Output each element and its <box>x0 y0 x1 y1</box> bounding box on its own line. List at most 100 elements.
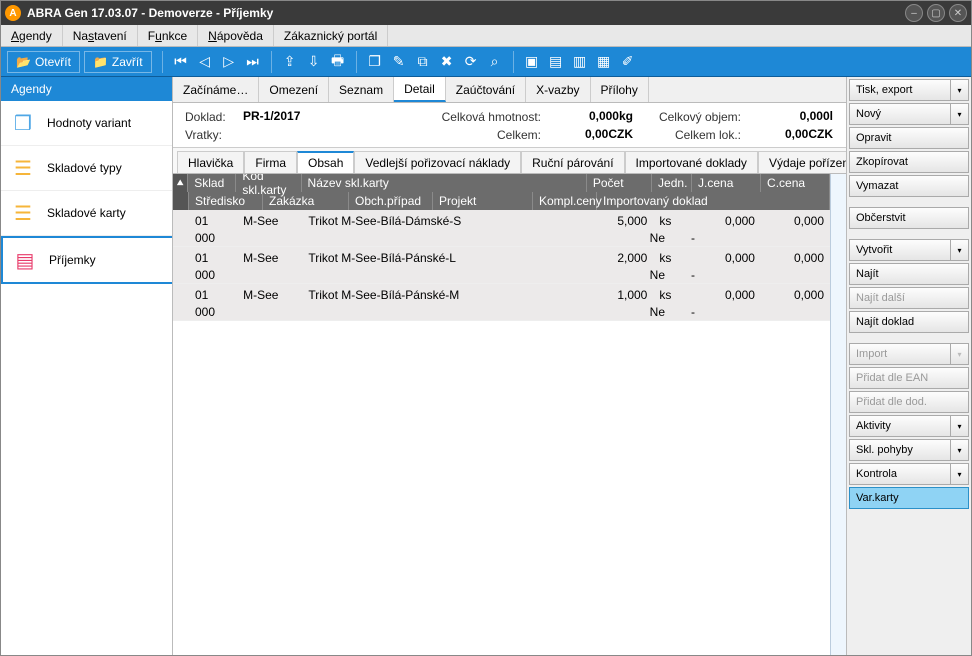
vertical-scrollbar[interactable] <box>830 174 846 655</box>
nav-first-icon[interactable]: ⏮ <box>170 51 192 73</box>
tab-top-6[interactable]: Přílohy <box>591 77 649 102</box>
action-zkop-rovat[interactable]: Zkopírovat <box>849 151 969 173</box>
dropdown-arrow-icon[interactable]: ▾ <box>951 103 969 125</box>
tab-sub-1[interactable]: Firma <box>244 151 297 173</box>
col-zakazka[interactable]: Zakázka <box>263 192 349 210</box>
data-grid[interactable]: ⯅ Sklad Kód skl.karty Název skl.karty Po… <box>173 174 830 655</box>
cell-kod: M-See <box>237 251 302 265</box>
col-pocet[interactable]: Počet <box>587 174 652 192</box>
col-ccena[interactable]: C.cena <box>761 174 830 192</box>
sidebar-item-0[interactable]: ❒Hodnoty variant <box>1 101 172 146</box>
action-ob-erstvit[interactable]: Občerstvit <box>849 207 969 229</box>
action-nov-[interactable]: Nový <box>849 103 951 125</box>
nav-last-icon[interactable]: ⏭ <box>242 51 264 73</box>
print-icon[interactable]: 🖶 <box>327 51 349 73</box>
tab-sub-0[interactable]: Hlavička <box>177 151 244 173</box>
dropdown-arrow-icon[interactable]: ▾ <box>951 439 969 461</box>
col-kod[interactable]: Kód skl.karty <box>236 174 301 192</box>
col-importovany-doklad[interactable]: Importovaný doklad <box>597 192 830 210</box>
table-row[interactable]: 01M-SeeTrikot M-See-Bílá-Pánské-M1,000ks… <box>173 284 830 321</box>
dropdown-arrow-icon[interactable]: ▾ <box>951 415 969 437</box>
col-jcena[interactable]: J.cena <box>692 174 761 192</box>
col-jedn[interactable]: Jedn. <box>652 174 692 192</box>
menu-agendy[interactable]: Agendy <box>1 25 63 46</box>
cell-sklad: 01 <box>189 288 237 302</box>
action-tisk-export[interactable]: Tisk, export <box>849 79 951 101</box>
tab-top-4[interactable]: Zaúčtování <box>446 77 526 102</box>
dropdown-arrow-icon[interactable]: ▾ <box>951 463 969 485</box>
cell-nazev: Trikot M-See-Bílá-Dámské-S <box>302 214 588 228</box>
celkem-label: Celkem: <box>383 127 543 143</box>
table-row[interactable]: 01M-SeeTrikot M-See-Bílá-Dámské-S5,000ks… <box>173 210 830 247</box>
col-stredisko[interactable]: Středisko <box>189 192 263 210</box>
action-vymazat[interactable]: Vymazat <box>849 175 969 197</box>
menu-zakaznicky-portal[interactable]: Zákaznický portál <box>274 25 388 46</box>
delete-icon[interactable]: ✖ <box>436 51 458 73</box>
col-projekt[interactable]: Projekt <box>433 192 533 210</box>
export-icon[interactable]: ⇪ <box>279 51 301 73</box>
action-var-karty[interactable]: Var.karty <box>849 487 969 509</box>
grid-handle-icon[interactable]: ⯅ <box>173 174 188 192</box>
col-obchpripad[interactable]: Obch.případ <box>349 192 433 210</box>
action-vytvo-it[interactable]: Vytvořit <box>849 239 951 261</box>
action-opravit[interactable]: Opravit <box>849 127 969 149</box>
cell-kod: M-See <box>237 214 302 228</box>
toolbar-open[interactable]: 📂Otevřít <box>7 51 80 73</box>
dropdown-arrow-icon[interactable]: ▾ <box>951 239 969 261</box>
nav-prev-icon[interactable]: ◁ <box>194 51 216 73</box>
table-row[interactable]: 01M-SeeTrikot M-See-Bílá-Pánské-L2,000ks… <box>173 247 830 284</box>
tab-sub-6[interactable]: Výdaje pořízení <box>758 151 847 173</box>
tab-sub-3[interactable]: Vedlejší pořizovací náklady <box>354 151 521 173</box>
tab-top-3[interactable]: Detail <box>394 77 446 102</box>
app-window: A ABRA Gen 17.03.07 - Demoverze - Příjem… <box>0 0 972 656</box>
dropdown-arrow-icon[interactable]: ▾ <box>951 79 969 101</box>
sidebar-item-label: Skladové karty <box>47 206 126 220</box>
tab-sub-2[interactable]: Obsah <box>297 151 354 173</box>
tab-top-0[interactable]: Začínáme… <box>173 77 259 102</box>
celkem-value: 0,00CZK <box>543 127 633 143</box>
action3-icon[interactable]: ▥ <box>569 51 591 73</box>
sidebar-item-3[interactable]: ▤Příjemky <box>1 236 172 284</box>
tab-top-1[interactable]: Omezení <box>259 77 329 102</box>
col-komplceny[interactable]: Kompl.ceny <box>533 192 597 210</box>
toolbar-close[interactable]: 📁Zavřít <box>84 51 152 73</box>
nav-next-icon[interactable]: ▷ <box>218 51 240 73</box>
tab-sub-5[interactable]: Importované doklady <box>625 151 758 173</box>
menu-nastaveni[interactable]: Nastavení <box>63 25 138 46</box>
close-button[interactable]: ✕ <box>949 4 967 22</box>
action-skl-pohyby[interactable]: Skl. pohyby <box>849 439 951 461</box>
action2-icon[interactable]: ▤ <box>545 51 567 73</box>
sidebar-item-2[interactable]: ☰Skladové karty <box>1 191 172 236</box>
tab-top-2[interactable]: Seznam <box>329 77 394 102</box>
lok-value: 0,00CZK <box>743 127 833 143</box>
refresh-icon[interactable]: ⟳ <box>460 51 482 73</box>
action-naj-t-doklad[interactable]: Najít doklad <box>849 311 969 333</box>
minimize-button[interactable]: – <box>905 4 923 22</box>
import-icon[interactable]: ⇩ <box>303 51 325 73</box>
maximize-button[interactable]: ▢ <box>927 4 945 22</box>
action4-icon[interactable]: ▦ <box>593 51 615 73</box>
cell-pocet: 5,000 <box>588 214 653 228</box>
cell-kod: M-See <box>237 288 302 302</box>
sidebar-item-1[interactable]: ☰Skladové typy <box>1 146 172 191</box>
tab-sub-4[interactable]: Ruční párování <box>521 151 624 173</box>
new-icon[interactable]: ❐ <box>364 51 386 73</box>
action-naj-t[interactable]: Najít <box>849 263 969 285</box>
menu-napoveda[interactable]: Nápověda <box>198 25 274 46</box>
edit-icon[interactable]: ✎ <box>388 51 410 73</box>
copy-icon[interactable]: ⧉ <box>412 51 434 73</box>
cell-ccena: 0,000 <box>761 288 830 302</box>
action-p-idat-dle-ean: Přidat dle EAN <box>849 367 969 389</box>
action-kontrola[interactable]: Kontrola <box>849 463 951 485</box>
find-icon[interactable]: ⌕ <box>484 51 506 73</box>
tab-top-5[interactable]: X-vazby <box>526 77 590 102</box>
menu-funkce[interactable]: Funkce <box>138 25 198 46</box>
col-nazev[interactable]: Název skl.karty <box>302 174 587 192</box>
grid-header-row1: ⯅ Sklad Kód skl.karty Název skl.karty Po… <box>173 174 830 192</box>
action1-icon[interactable]: ▣ <box>521 51 543 73</box>
action5-icon[interactable]: ✐ <box>617 51 639 73</box>
cell-jcena: 0,000 <box>692 251 761 265</box>
action-aktivity[interactable]: Aktivity <box>849 415 951 437</box>
app-icon: A <box>5 5 21 21</box>
col-sklad[interactable]: Sklad <box>188 174 236 192</box>
